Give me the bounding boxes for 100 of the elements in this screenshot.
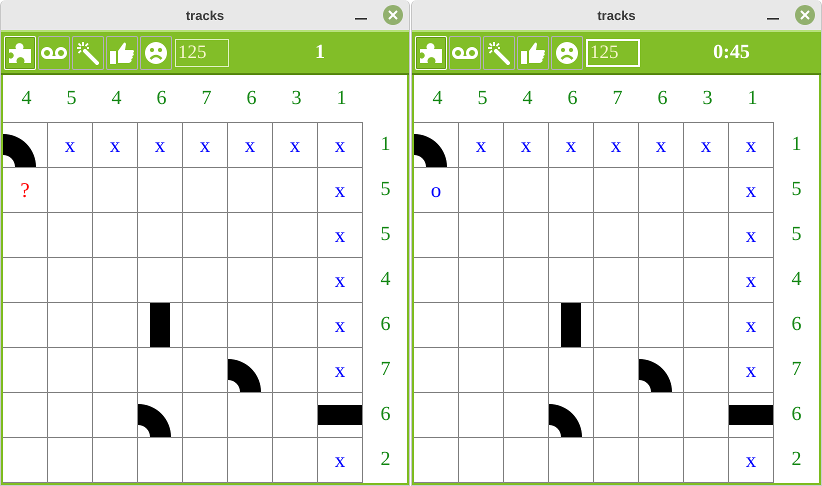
grid-cell[interactable] [549, 438, 593, 482]
grid-cell[interactable]: ? [3, 168, 47, 212]
grid-cell[interactable] [93, 393, 137, 437]
grid-cell[interactable] [183, 438, 227, 482]
grid-cell[interactable] [459, 168, 503, 212]
grid-cell[interactable] [48, 168, 92, 212]
close-icon[interactable] [383, 5, 403, 25]
grid-cell[interactable] [273, 213, 317, 257]
grid-cell[interactable]: x [729, 258, 773, 302]
grid-cell[interactable] [549, 258, 593, 302]
grid-cell[interactable]: x [318, 303, 362, 347]
grid-cell[interactable] [414, 348, 458, 392]
grid-cell[interactable] [48, 303, 92, 347]
grid-cell[interactable] [138, 303, 182, 347]
tool-button[interactable] [551, 36, 583, 70]
grid-cell[interactable] [3, 348, 47, 392]
grid-cell[interactable] [504, 393, 548, 437]
grid-cell[interactable] [138, 438, 182, 482]
grid-cell[interactable] [594, 348, 638, 392]
grid-cell[interactable] [228, 168, 272, 212]
grid-cell[interactable]: x [729, 303, 773, 347]
grid-cell[interactable] [48, 258, 92, 302]
grid-cell[interactable]: x [318, 123, 362, 167]
grid-cell[interactable] [273, 168, 317, 212]
grid-cell[interactable] [138, 393, 182, 437]
grid-cell[interactable] [639, 168, 683, 212]
grid-cell[interactable] [549, 303, 593, 347]
grid-cell[interactable] [549, 213, 593, 257]
grid-cell[interactable] [549, 393, 593, 437]
grid-cell[interactable]: x [48, 123, 92, 167]
grid-cell[interactable]: x [183, 123, 227, 167]
grid-cell[interactable] [459, 258, 503, 302]
grid-cell[interactable] [48, 393, 92, 437]
grid-cell[interactable] [93, 303, 137, 347]
minimize-icon[interactable] [767, 18, 779, 21]
grid-cell[interactable]: x [93, 123, 137, 167]
grid-cell[interactable] [3, 438, 47, 482]
grid-cell[interactable] [3, 213, 47, 257]
grid-cell[interactable]: x [729, 168, 773, 212]
grid-cell[interactable] [504, 258, 548, 302]
grid-cell[interactable] [639, 348, 683, 392]
grid-cell[interactable] [639, 258, 683, 302]
grid-cell[interactable] [138, 348, 182, 392]
grid-cell[interactable] [183, 303, 227, 347]
grid-cell[interactable] [48, 348, 92, 392]
grid-cell[interactable] [549, 168, 593, 212]
grid-cell[interactable] [183, 393, 227, 437]
grid-cell[interactable]: x [138, 123, 182, 167]
grid-cell[interactable] [414, 303, 458, 347]
grid-cell[interactable] [504, 168, 548, 212]
grid-cell[interactable] [594, 438, 638, 482]
grid-cell[interactable] [684, 438, 728, 482]
grid-cell[interactable] [228, 213, 272, 257]
grid-cell[interactable] [459, 303, 503, 347]
grid-cell[interactable] [414, 438, 458, 482]
grid-cell[interactable] [273, 348, 317, 392]
grid-cell[interactable] [93, 348, 137, 392]
minimize-icon[interactable] [355, 18, 367, 21]
tool-button[interactable] [449, 36, 481, 70]
grid-cell[interactable]: x [684, 123, 728, 167]
grid-cell[interactable] [459, 393, 503, 437]
grid-cell[interactable] [273, 303, 317, 347]
grid-cell[interactable] [639, 303, 683, 347]
tool-button[interactable] [72, 36, 104, 70]
grid-cell[interactable] [414, 393, 458, 437]
grid-cell[interactable] [594, 213, 638, 257]
grid-cell[interactable] [504, 303, 548, 347]
grid-cell[interactable] [594, 393, 638, 437]
grid-cell[interactable]: x [459, 123, 503, 167]
grid-cell[interactable]: x [729, 438, 773, 482]
grid-cell[interactable] [183, 168, 227, 212]
close-icon[interactable] [795, 5, 815, 25]
grid-cell[interactable] [594, 168, 638, 212]
grid-cell[interactable] [504, 348, 548, 392]
grid-cell[interactable] [459, 348, 503, 392]
grid-cell[interactable] [228, 303, 272, 347]
grid-cell[interactable] [684, 168, 728, 212]
grid-cell[interactable]: x [729, 348, 773, 392]
tool-button[interactable] [38, 36, 70, 70]
grid-cell[interactable] [318, 393, 362, 437]
grid-cell[interactable] [93, 168, 137, 212]
grid-cell[interactable] [273, 393, 317, 437]
grid-cell[interactable]: x [318, 258, 362, 302]
grid-cell[interactable] [3, 393, 47, 437]
grid-cell[interactable]: x [228, 123, 272, 167]
grid-cell[interactable] [639, 438, 683, 482]
grid-cell[interactable]: o [414, 168, 458, 212]
grid-cell[interactable] [414, 123, 458, 167]
grid-cell[interactable]: x [273, 123, 317, 167]
grid-cell[interactable] [684, 393, 728, 437]
grid-cell[interactable]: x [594, 123, 638, 167]
grid-cell[interactable] [594, 258, 638, 302]
grid-cell[interactable]: x [504, 123, 548, 167]
grid-cell[interactable] [3, 258, 47, 302]
grid-cell[interactable] [183, 258, 227, 302]
grid-cell[interactable] [228, 438, 272, 482]
grid-cell[interactable]: x [318, 438, 362, 482]
grid-cell[interactable] [273, 438, 317, 482]
grid-cell[interactable] [273, 258, 317, 302]
grid-cell[interactable]: x [318, 213, 362, 257]
